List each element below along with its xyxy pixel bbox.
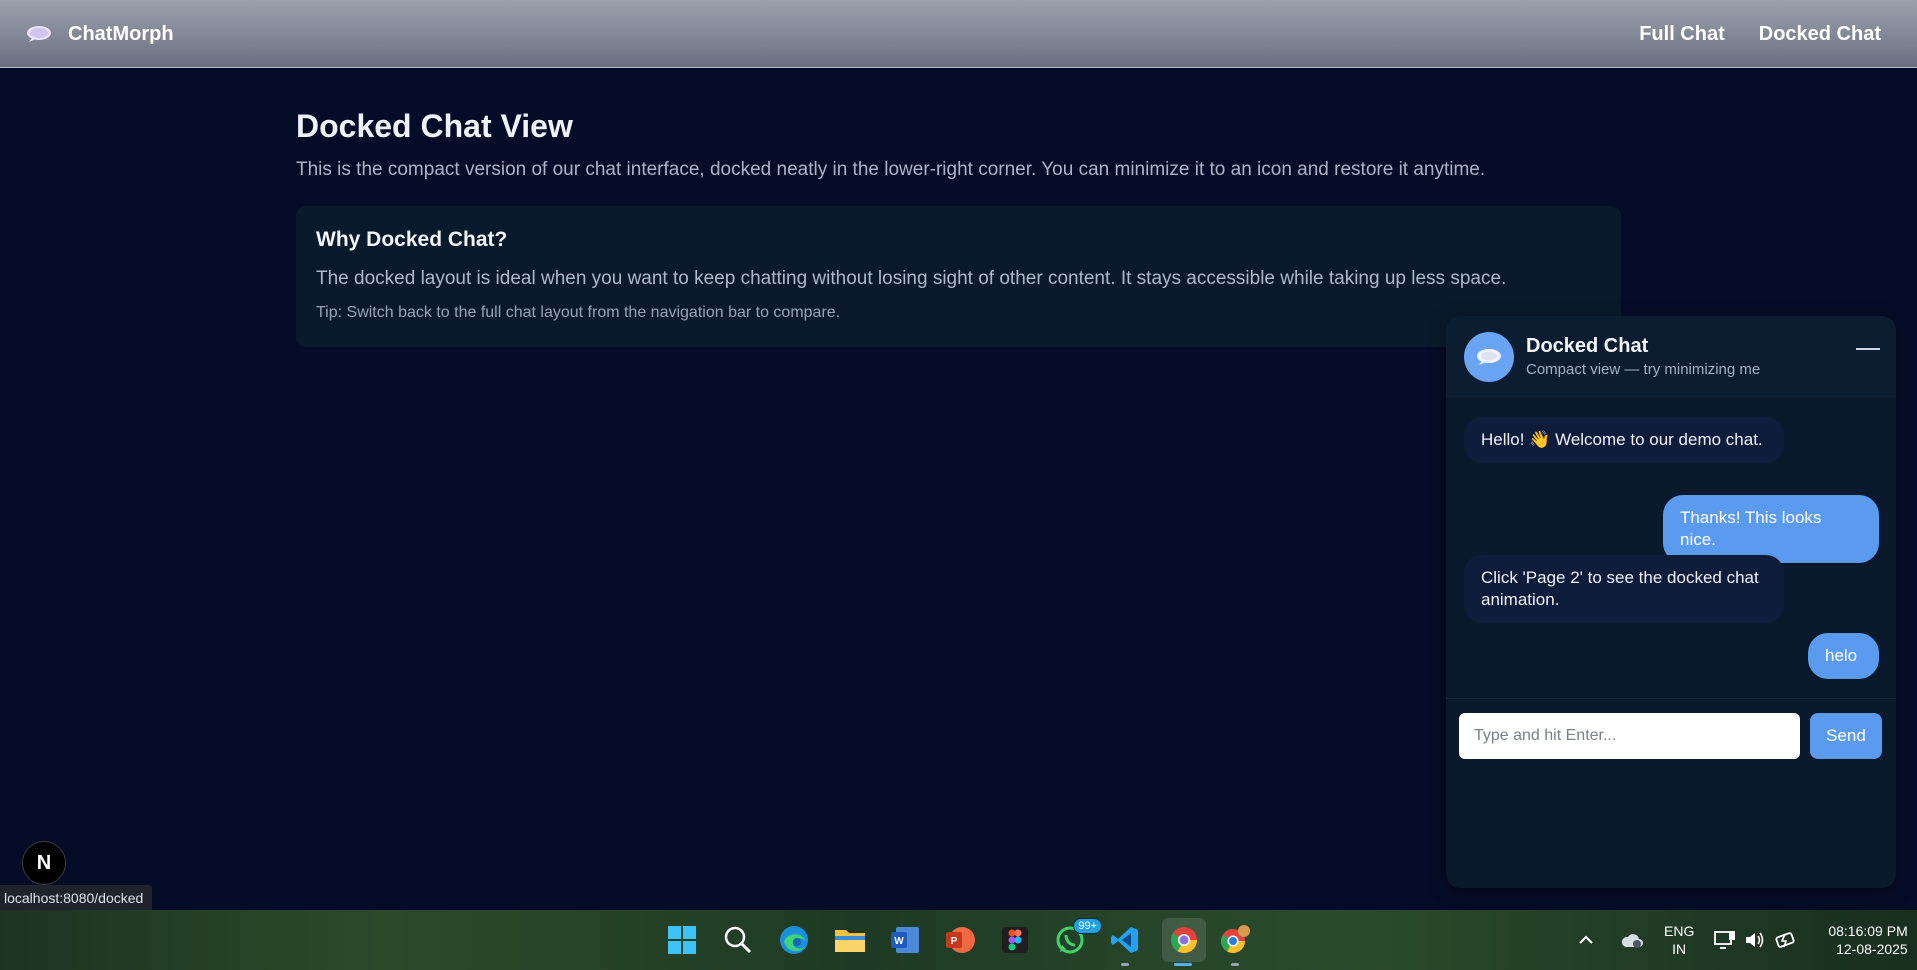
svg-text:W: W [894, 936, 904, 947]
docked-chat-header: Docked Chat Compact view — try minimizin… [1446, 316, 1896, 397]
vscode-icon[interactable] [1107, 922, 1143, 966]
minimize-button[interactable] [1854, 338, 1882, 362]
windows-start-icon[interactable] [664, 922, 700, 958]
figma-icon[interactable] [997, 922, 1033, 958]
running-indicator [1231, 963, 1239, 966]
page-title: Docked Chat View [296, 108, 573, 144]
word-icon[interactable]: W [887, 922, 923, 958]
avatar [1464, 332, 1514, 382]
active-indicator [1174, 963, 1192, 966]
minimize-icon [1856, 348, 1880, 350]
docked-chat-title: Docked Chat [1526, 335, 1649, 357]
nav-links: Full Chat Docked Chat [1639, 0, 1881, 68]
system-tray: ENG IN 08:16:09 PM 12-08-2025 [1578, 910, 1908, 970]
status-bar-url: localhost:8080/docked [0, 885, 153, 911]
clock-date: 12-08-2025 [1836, 941, 1908, 957]
file-explorer-icon[interactable] [832, 922, 868, 958]
language-indicator[interactable]: ENG IN [1664, 922, 1694, 958]
taskbar: W P 99+ ENG IN 08:16:09 PM 12-08-2025 [0, 910, 1917, 970]
chat-bubble-icon [1477, 349, 1501, 365]
notification-badge: 99+ [1073, 918, 1102, 934]
svg-text:P: P [951, 936, 958, 947]
message-composer: Send [1446, 698, 1896, 769]
card-title: Why Docked Chat? [316, 228, 508, 251]
card-tip: Tip: Switch back to the full chat layout… [316, 304, 841, 321]
message-bot: Click 'Page 2' to see the docked chat an… [1464, 555, 1784, 623]
nav-link-docked-chat[interactable]: Docked Chat [1759, 23, 1881, 46]
language-code: ENG [1664, 923, 1695, 939]
language-region: IN [1672, 941, 1687, 957]
message-user: helo [1808, 633, 1879, 679]
edge-browser-icon[interactable] [776, 922, 812, 958]
nav-link-full-chat[interactable]: Full Chat [1639, 23, 1725, 46]
message-bot: Hello! 👋 Welcome to our demo chat. [1464, 417, 1784, 463]
battery-charging-icon[interactable] [1774, 930, 1798, 950]
brand[interactable]: ChatMorph [26, 0, 174, 68]
page-description: This is the compact version of our chat … [296, 159, 1486, 180]
network-icon[interactable] [1714, 930, 1736, 950]
chevron-up-icon[interactable] [1578, 932, 1594, 948]
message-input[interactable] [1459, 713, 1800, 759]
send-button[interactable]: Send [1810, 713, 1882, 759]
main-content: Docked Chat View This is the compact ver… [296, 108, 1621, 347]
info-card: Why Docked Chat? The docked layout is id… [296, 206, 1621, 347]
onedrive-cloud-icon[interactable] [1620, 931, 1644, 949]
powerpoint-icon[interactable]: P [942, 922, 978, 958]
clock-time: 08:16:09 PM [1828, 923, 1908, 939]
docked-chat-subtitle: Compact view — try minimizing me [1526, 361, 1761, 378]
message-list: Hello! 👋 Welcome to our demo chat. Thank… [1446, 396, 1896, 888]
running-indicator [1121, 963, 1129, 966]
chrome-profile-icon[interactable] [1217, 922, 1253, 966]
clock[interactable]: 08:16:09 PM 12-08-2025 [1828, 922, 1907, 958]
search-icon[interactable] [720, 922, 756, 958]
docked-chat-panel: Docked Chat Compact view — try minimizin… [1446, 316, 1896, 888]
card-text: The docked layout is ideal when you want… [316, 268, 1507, 289]
chrome-icon[interactable] [1162, 918, 1206, 966]
whatsapp-icon[interactable]: 99+ [1052, 918, 1102, 958]
chat-bubble-icon [27, 26, 51, 42]
brand-title: ChatMorph [68, 22, 174, 45]
volume-icon[interactable] [1744, 930, 1766, 950]
message-user: Thanks! This looks nice. [1663, 495, 1879, 563]
next-dev-indicator[interactable]: N [22, 841, 66, 885]
top-nav: ChatMorph Full Chat Docked Chat [0, 0, 1917, 68]
